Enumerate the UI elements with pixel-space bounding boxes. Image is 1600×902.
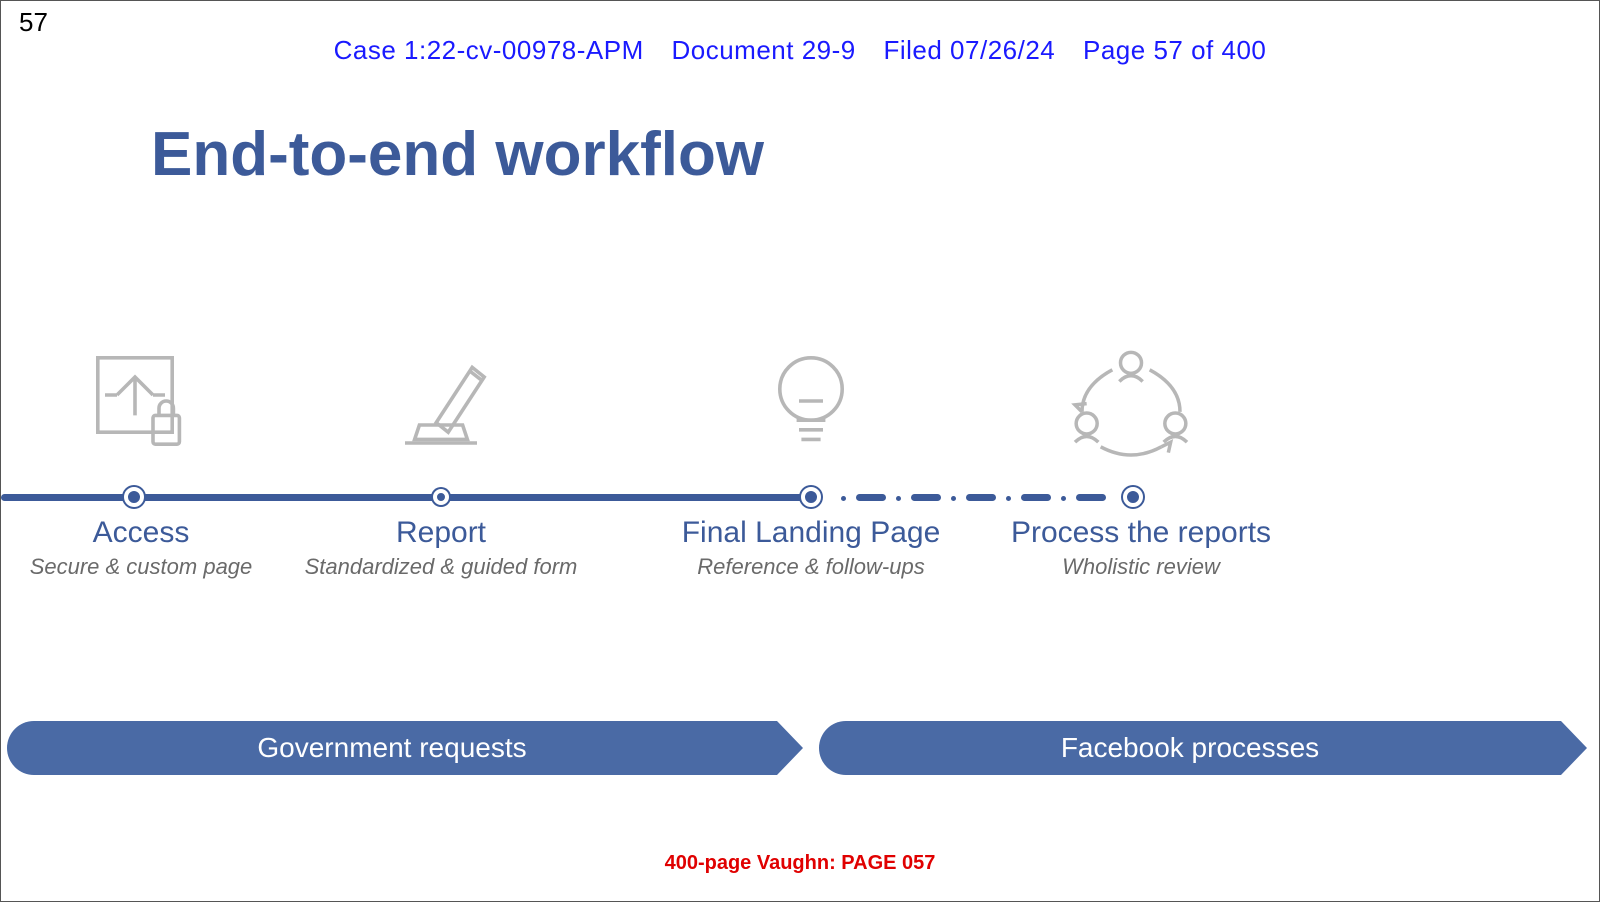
step-title: Access xyxy=(11,516,271,550)
step-subtitle: Standardized & guided form xyxy=(281,554,601,580)
arrow-facebook-processes: Facebook processes xyxy=(819,721,1561,775)
arrow-government-requests: Government requests xyxy=(7,721,777,775)
report-icon xyxy=(341,341,541,466)
timeline-node-report xyxy=(433,489,449,505)
timeline-node-process xyxy=(1123,487,1143,507)
page-number: 57 xyxy=(19,7,48,38)
arrow-label: Government requests xyxy=(257,732,526,764)
case-label: Case 1:22-cv-00978-APM xyxy=(334,35,644,65)
step-title: Report xyxy=(281,516,601,550)
step-subtitle: Secure & custom page xyxy=(11,554,271,580)
step-process: Process the reports Wholistic review xyxy=(981,516,1301,580)
icon-row xyxy=(1,341,1599,471)
workflow-timeline: Access Secure & custom page Report Stand… xyxy=(1,341,1599,601)
document-label: Document 29-9 xyxy=(671,35,855,65)
filed-label: Filed 07/26/24 xyxy=(883,35,1055,65)
step-report: Report Standardized & guided form xyxy=(281,516,601,580)
arrow-label: Facebook processes xyxy=(1061,732,1319,764)
timeline-node-access xyxy=(124,487,144,507)
footer-stamp: 400-page Vaughn: PAGE 057 xyxy=(1,852,1599,875)
page-label: Page 57 of 400 xyxy=(1083,35,1266,65)
slide-title: End-to-end workflow xyxy=(151,119,764,190)
step-subtitle: Reference & follow-ups xyxy=(641,554,981,580)
step-landing: Final Landing Page Reference & follow-up… xyxy=(641,516,981,580)
category-arrows: Government requests Facebook processes xyxy=(1,721,1599,775)
people-cycle-icon xyxy=(1031,341,1231,476)
step-subtitle: Wholistic review xyxy=(981,554,1301,580)
step-title: Final Landing Page xyxy=(641,516,981,550)
court-filing-header: Case 1:22-cv-00978-APM Document 29-9 Fil… xyxy=(1,35,1599,66)
lightbulb-icon xyxy=(711,341,911,466)
step-access: Access Secure & custom page xyxy=(11,516,271,580)
timeline-line xyxy=(1,491,1599,503)
access-icon xyxy=(41,341,241,466)
document-page: 57 Case 1:22-cv-00978-APM Document 29-9 … xyxy=(0,0,1600,902)
timeline-node-landing xyxy=(801,487,821,507)
step-title: Process the reports xyxy=(981,516,1301,550)
